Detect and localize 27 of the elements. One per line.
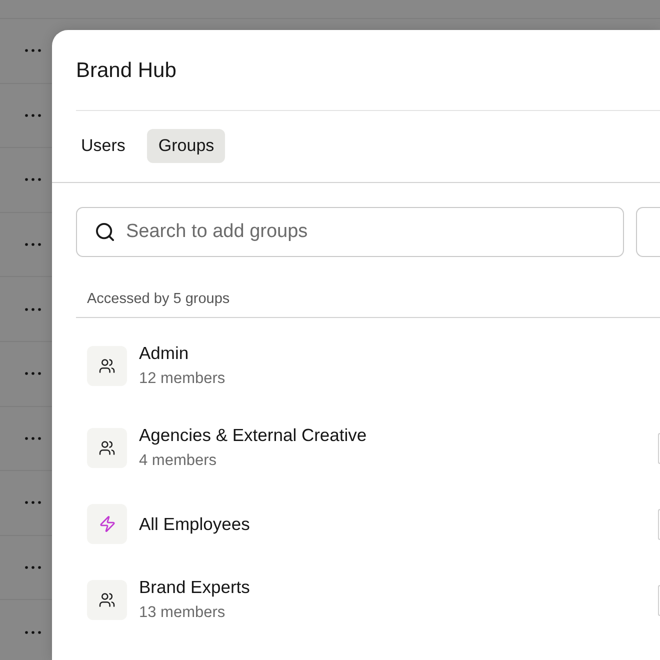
users-icon bbox=[87, 428, 127, 468]
more-icon[interactable] bbox=[25, 566, 41, 570]
bolt-icon bbox=[87, 504, 127, 544]
group-name[interactable]: Admin bbox=[139, 340, 189, 366]
member-count: 13 members bbox=[139, 603, 226, 623]
more-icon[interactable] bbox=[25, 308, 41, 311]
more-icon[interactable] bbox=[25, 372, 41, 376]
more-icon[interactable] bbox=[25, 630, 41, 634]
tab[interactable]: Users bbox=[70, 129, 136, 163]
search-field[interactable]: Search to add groups bbox=[76, 207, 624, 257]
group-name[interactable]: Agencies & External Creative bbox=[139, 422, 367, 448]
more-icon[interactable] bbox=[25, 243, 41, 246]
search-icon bbox=[96, 223, 114, 241]
member-count: 12 members bbox=[139, 369, 226, 389]
more-icon[interactable] bbox=[25, 501, 41, 504]
more-icon[interactable] bbox=[25, 178, 41, 182]
group-name[interactable]: Brand Experts bbox=[139, 574, 250, 600]
member-count: 4 members bbox=[139, 451, 217, 471]
access-summary: Accessed by 5 groups bbox=[87, 290, 230, 309]
more-icon[interactable] bbox=[25, 114, 41, 117]
more-icon[interactable] bbox=[25, 49, 41, 52]
group-name[interactable]: All Employees bbox=[139, 511, 250, 537]
users-icon bbox=[87, 346, 127, 386]
dialog-title: Brand Hub bbox=[76, 58, 176, 84]
users-icon bbox=[87, 580, 127, 620]
tab[interactable]: Groups bbox=[147, 129, 226, 163]
more-icon[interactable] bbox=[25, 436, 41, 440]
